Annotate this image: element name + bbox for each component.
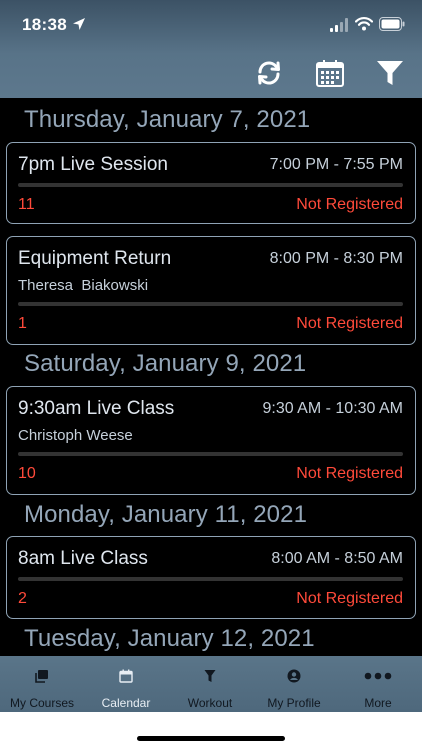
tab-my-courses[interactable]: My Courses	[0, 656, 84, 712]
registration-status: Not Registered	[296, 196, 403, 213]
event-title: 9:30am Live Class	[18, 398, 175, 419]
more-icon	[364, 672, 392, 680]
day-heading: Tuesday, January 12, 2021	[24, 625, 315, 652]
filter-funnel-icon	[377, 61, 403, 85]
tab-label: More	[364, 696, 392, 710]
event-title: 7pm Live Session	[18, 154, 168, 175]
schedule-list[interactable]: Thursday, January 7, 2021 7pm Live Sessi…	[0, 98, 422, 656]
registration-status: Not Registered	[296, 465, 403, 482]
battery-icon	[379, 17, 405, 31]
location-arrow-icon	[73, 18, 85, 30]
event-card[interactable]: 7pm Live Session 7:00 PM - 7:55 PM 11 No…	[6, 142, 416, 224]
attendee-count: 10	[18, 465, 36, 482]
tab-calendar[interactable]: Calendar	[84, 656, 168, 712]
status-time: 18:38	[22, 15, 67, 34]
event-instructor: Theresa Biakowski	[18, 277, 149, 294]
calendar-icon	[119, 669, 133, 683]
attendee-count: 11	[18, 196, 35, 213]
capacity-bar	[18, 452, 403, 456]
workout-icon	[204, 670, 216, 682]
attendee-count: 1	[18, 315, 27, 332]
tab-label: Calendar	[101, 696, 151, 710]
filter-button[interactable]	[375, 58, 405, 88]
capacity-bar	[18, 302, 403, 306]
courses-icon	[35, 670, 48, 683]
attendee-count: 2	[18, 590, 27, 607]
tab-my-profile[interactable]: My Profile	[252, 656, 336, 712]
refresh-icon	[258, 61, 280, 85]
event-card[interactable]: 8am Live Class 8:00 AM - 8:50 AM 2 Not R…	[6, 536, 416, 619]
cellular-signal-icon	[330, 18, 348, 32]
wifi-icon	[355, 17, 373, 31]
event-time: 9:30 AM - 10:30 AM	[262, 400, 403, 417]
registration-status: Not Registered	[296, 590, 403, 607]
day-heading: Monday, January 11, 2021	[24, 501, 308, 528]
home-indicator-area	[0, 712, 422, 750]
app-header: 18:38	[0, 0, 422, 98]
tab-more[interactable]: More	[336, 656, 420, 712]
tab-label: My Courses	[9, 696, 74, 710]
tab-label: Workout	[187, 696, 233, 710]
tab-label: My Profile	[267, 696, 321, 710]
event-time: 8:00 PM - 8:30 PM	[269, 250, 403, 267]
event-title: 8am Live Class	[18, 548, 148, 569]
tab-workout[interactable]: Workout	[168, 656, 252, 712]
profile-icon	[287, 669, 301, 683]
calendar-grid-icon	[316, 60, 344, 87]
home-indicator[interactable]	[137, 736, 285, 741]
event-time: 8:00 AM - 8:50 AM	[271, 550, 403, 567]
registration-status: Not Registered	[296, 315, 403, 332]
capacity-bar	[18, 183, 403, 187]
day-heading: Saturday, January 9, 2021	[24, 350, 307, 377]
day-heading: Thursday, January 7, 2021	[24, 106, 311, 133]
bottom-tab-bar: My Courses Calendar Workout My Profile M…	[0, 656, 422, 712]
event-title: Equipment Return	[18, 248, 172, 269]
refresh-button[interactable]	[254, 58, 284, 88]
event-time: 7:00 PM - 7:55 PM	[269, 156, 403, 173]
calendar-picker-button[interactable]	[315, 58, 345, 88]
event-instructor: Christoph Weese	[18, 427, 133, 444]
event-card[interactable]: Equipment Return 8:00 PM - 8:30 PM There…	[6, 236, 416, 345]
status-bar: 18:38	[0, 0, 422, 50]
event-card[interactable]: 9:30am Live Class 9:30 AM - 10:30 AM Chr…	[6, 386, 416, 495]
capacity-bar	[18, 577, 403, 581]
